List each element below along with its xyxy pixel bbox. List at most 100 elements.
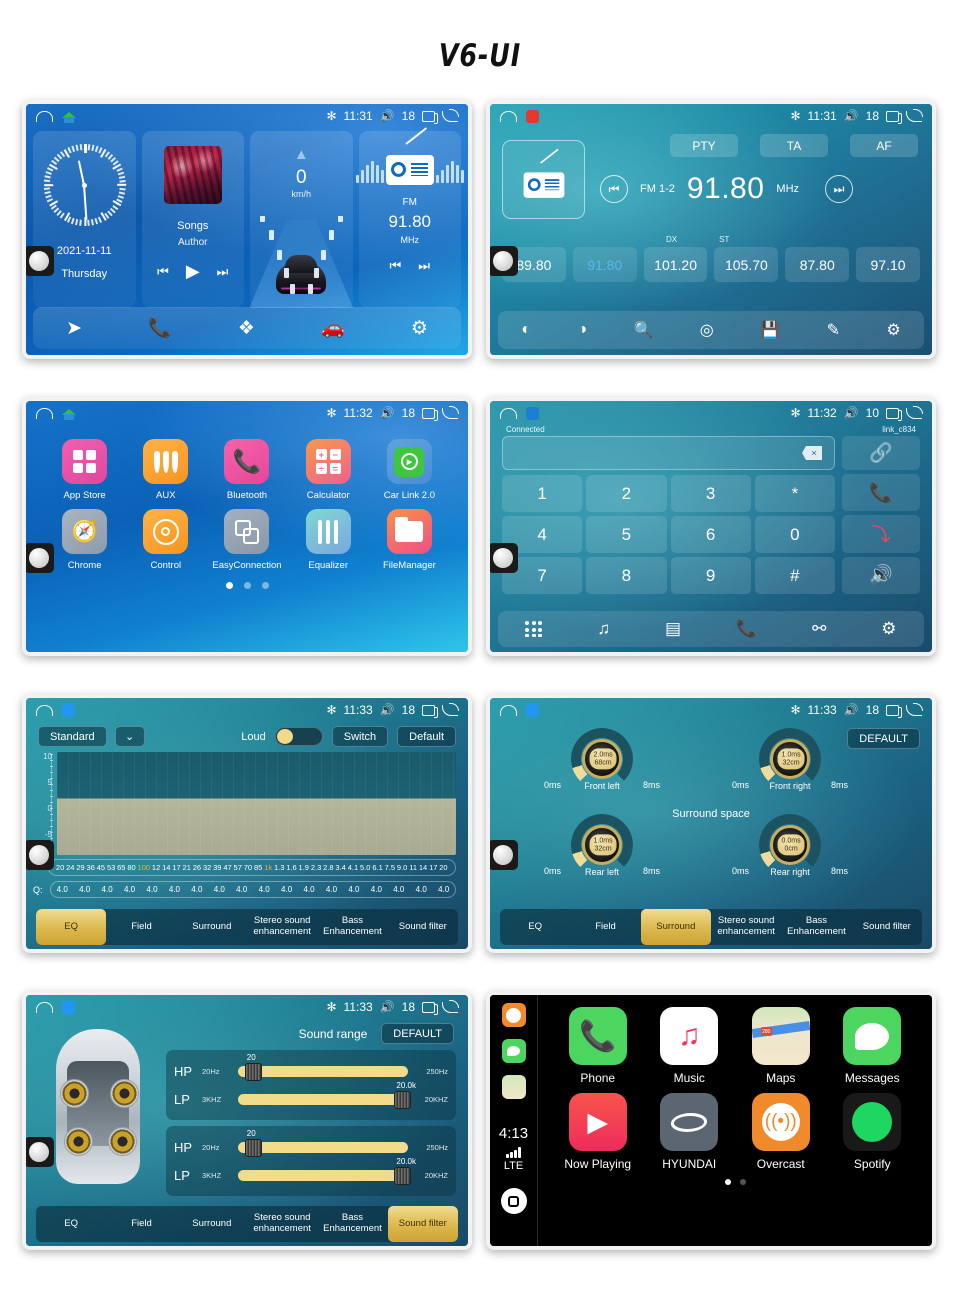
recents-icon[interactable]: [422, 407, 438, 421]
equalizer-screen[interactable]: ✻ 11:33 🔊 18 Standard ⌄ Loud Switch Defa…: [22, 694, 472, 953]
volume-knob[interactable]: [26, 1137, 54, 1167]
home-screen[interactable]: ✻ 11:31 🔊 18 2021-11-11 Thursday Songs A…: [22, 100, 472, 359]
home-icon[interactable]: [36, 407, 53, 419]
recents-icon[interactable]: [886, 704, 902, 718]
tab-surround[interactable]: Surround: [177, 1206, 247, 1242]
q-chip[interactable]: 4.0: [214, 885, 225, 894]
tab-field[interactable]: Field: [570, 909, 640, 945]
equalizer-app-icon[interactable]: [526, 703, 539, 717]
frequency-chip[interactable]: 3.4: [335, 863, 345, 872]
q-chip[interactable]: 4.0: [303, 885, 314, 894]
frequency-chip[interactable]: 6.1: [372, 863, 382, 872]
key-0[interactable]: 0: [754, 516, 835, 553]
carplay-app-maps[interactable]: 280 Maps: [735, 1007, 827, 1085]
frequency-chip[interactable]: 1k: [264, 863, 272, 872]
radio-widget[interactable]: FM 91.80 MHz ⏮ ⏭: [355, 127, 464, 308]
key-8[interactable]: 8: [586, 557, 667, 594]
tab-field[interactable]: Field: [106, 1206, 176, 1242]
frequency-chip[interactable]: 53: [107, 863, 115, 872]
recents-icon[interactable]: [422, 704, 438, 718]
clock-widget[interactable]: 2021-11-11 Thursday: [33, 131, 136, 308]
q-chip[interactable]: 4.0: [348, 885, 359, 894]
back-icon[interactable]: [442, 108, 459, 122]
prev-track-icon[interactable]: ⏮: [157, 264, 169, 280]
frequency-chip[interactable]: 24: [66, 863, 74, 872]
disconnect-icon[interactable]: ⚯: [812, 619, 826, 639]
tab-bass-enhancement[interactable]: Bass Enhancement: [781, 909, 851, 945]
app-item-car-link[interactable]: ▶ Car Link 2.0: [369, 439, 450, 501]
q-chip[interactable]: 4.0: [259, 885, 270, 894]
call-icon[interactable]: 📞: [842, 474, 920, 512]
default-button[interactable]: Default: [397, 726, 456, 747]
q-chip[interactable]: 4.0: [416, 885, 427, 894]
frequency-chip[interactable]: 20: [439, 863, 447, 872]
bluetooth-app-icon[interactable]: [526, 406, 539, 420]
frequency-chip[interactable]: 20: [56, 863, 64, 872]
tab-eq[interactable]: EQ: [36, 909, 107, 945]
home-icon[interactable]: [36, 1001, 53, 1013]
contacts-icon[interactable]: ▤: [665, 619, 681, 639]
chevron-down-icon[interactable]: ⌄: [114, 726, 145, 747]
hangup-icon[interactable]: ⤵: [842, 515, 920, 553]
auto-scan-icon[interactable]: ◎: [700, 320, 714, 340]
back-icon[interactable]: [906, 702, 923, 716]
settings-icon[interactable]: ⚙: [886, 320, 900, 340]
speaker-icon[interactable]: 🔊: [842, 556, 920, 594]
radio-app-icon[interactable]: [526, 109, 539, 123]
house-icon[interactable]: [62, 407, 76, 420]
tab-bass-enhancement[interactable]: Bass Enhancement: [317, 1206, 387, 1242]
app-item-app-store[interactable]: App Store: [44, 439, 125, 501]
tab-bass-enhancement[interactable]: Bass Enhancement: [317, 909, 387, 945]
volume-knob[interactable]: [26, 246, 54, 276]
next-track-icon[interactable]: ⏭: [217, 264, 229, 280]
home-icon[interactable]: [500, 110, 517, 122]
frequency-chip[interactable]: 36: [87, 863, 95, 872]
app-item-control[interactable]: Control: [125, 509, 206, 571]
frequency-chip[interactable]: 100: [138, 863, 151, 872]
q-chip[interactable]: 4.0: [236, 885, 247, 894]
key-9[interactable]: 9: [670, 557, 751, 594]
carplay-app-music[interactable]: ♫ Music: [644, 1007, 736, 1085]
q-chip[interactable]: 4.0: [393, 885, 404, 894]
ta-button[interactable]: TA: [760, 134, 828, 157]
preset-button[interactable]: 87.80: [785, 247, 850, 282]
preset-button[interactable]: 91.80: [572, 247, 637, 282]
default-button[interactable]: DEFAULT: [847, 728, 920, 749]
preset-select[interactable]: Standard: [38, 726, 107, 747]
key-3[interactable]: 3: [670, 475, 751, 512]
frequency-chip[interactable]: 21: [183, 863, 191, 872]
settings-icon[interactable]: ⚙: [411, 317, 428, 340]
frequency-chip[interactable]: 14: [419, 863, 427, 872]
carplay-icon[interactable]: 🚗: [321, 316, 345, 340]
navigation-icon[interactable]: ➤: [66, 317, 82, 340]
house-icon[interactable]: [62, 110, 76, 123]
q-chip[interactable]: 4.0: [191, 885, 202, 894]
tab-surround[interactable]: Surround: [177, 909, 247, 945]
save-icon[interactable]: 💾: [760, 320, 780, 340]
q-chip[interactable]: 4.0: [371, 885, 382, 894]
filter-slider[interactable]: 20.0k: [238, 1081, 416, 1109]
tab-sound-filter[interactable]: Sound filter: [852, 909, 922, 945]
frequency-chip[interactable]: 9.0: [397, 863, 407, 872]
frequency-chip[interactable]: 4.1: [348, 863, 358, 872]
recents-icon[interactable]: [886, 110, 902, 124]
frequency-chip[interactable]: 17: [429, 863, 437, 872]
filter-row-lp[interactable]: LP 3KHZ 20.0k 20KHZ: [174, 1157, 448, 1189]
knob-front-right[interactable]: 1.0ms32cm0ms8msFront right: [730, 728, 850, 791]
key-#[interactable]: #: [754, 557, 835, 594]
preset-button[interactable]: 105.70: [714, 247, 779, 282]
filter-slider[interactable]: 20: [238, 1053, 408, 1081]
frequency-chip[interactable]: 1.6: [286, 863, 296, 872]
app-item-chrome[interactable]: 🧭 Chrome: [44, 509, 125, 571]
tab-stereo-sound-enhancement[interactable]: Stereo sound enhancement: [247, 1206, 317, 1242]
settings-icon[interactable]: ⚙: [881, 619, 896, 639]
back-icon[interactable]: [442, 999, 459, 1013]
back-icon[interactable]: [906, 405, 923, 419]
volume-knob[interactable]: [490, 246, 518, 276]
dialpad-icon[interactable]: [525, 621, 543, 637]
frequency-chip[interactable]: 1.3: [274, 863, 284, 872]
default-button[interactable]: DEFAULT: [381, 1023, 454, 1044]
music-icon[interactable]: ♫: [597, 619, 610, 639]
knob-front-left[interactable]: 2.0ms68cm0ms8msFront left: [542, 728, 662, 791]
frequency-chip[interactable]: 80: [127, 863, 135, 872]
